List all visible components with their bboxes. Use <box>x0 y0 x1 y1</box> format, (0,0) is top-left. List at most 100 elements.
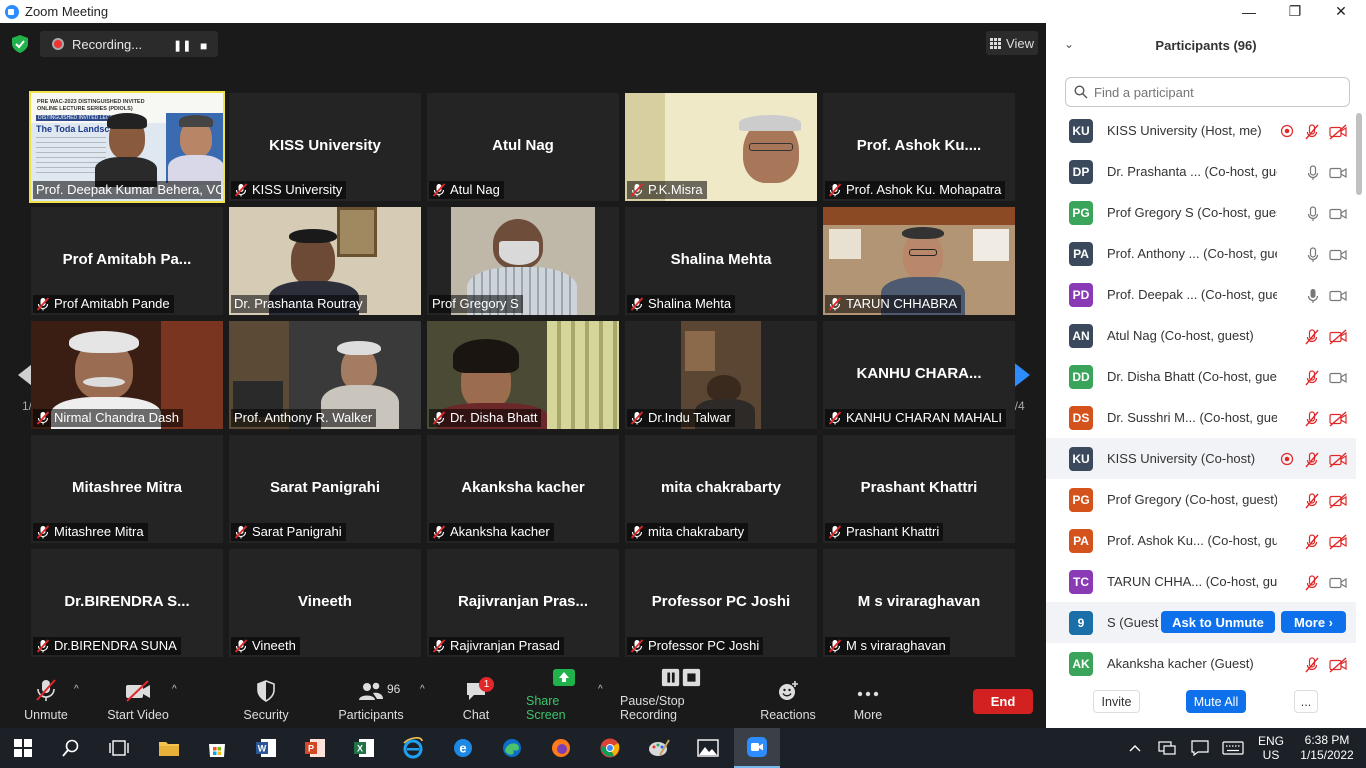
participant-row[interactable]: PA Prof. Anthony ... (Co-host, guest) <box>1046 233 1356 274</box>
participant-row[interactable]: DS Dr. Susshri M... (Co-host, guest) <box>1046 397 1356 438</box>
video-tile[interactable]: Dr. Prashanta Routray <box>229 207 421 315</box>
powerpoint-icon[interactable]: P <box>292 728 338 768</box>
participant-row[interactable]: 9 S (Guest) Ask to Unmute More › <box>1046 602 1356 643</box>
participant-row[interactable]: KU KISS University (Co-host) <box>1046 438 1356 479</box>
end-meeting-button[interactable]: End <box>973 689 1033 714</box>
edge-icon[interactable] <box>489 728 535 768</box>
microsoft-store-icon[interactable] <box>194 728 240 768</box>
video-tile[interactable]: Prof Gregory S <box>427 207 619 315</box>
chrome-icon[interactable] <box>587 728 633 768</box>
video-tile[interactable]: Akanksha kacher Akanksha kacher <box>427 435 619 543</box>
more-button[interactable]: More <box>846 668 890 728</box>
task-view-icon[interactable] <box>96 728 142 768</box>
participant-row[interactable]: PG Prof Gregory S (Co-host, guest) <box>1046 192 1356 233</box>
participant-row[interactable]: TC TARUN CHHA... (Co-host, guest) <box>1046 561 1356 602</box>
video-tile[interactable]: Nirmal Chandra Dash <box>31 321 223 429</box>
participant-list-scrollbar[interactable] <box>1356 113 1362 195</box>
participant-row[interactable]: AK Akanksha kacher (Guest) <box>1046 643 1356 680</box>
video-tile[interactable]: P.K.Misra <box>625 93 817 201</box>
participant-status-icons[interactable] <box>1276 490 1356 510</box>
video-tile[interactable]: KISS University KISS University <box>229 93 421 201</box>
edge-legacy-icon[interactable]: e <box>440 728 486 768</box>
security-button[interactable]: Security <box>236 668 296 728</box>
close-button[interactable]: ✕ <box>1318 0 1364 23</box>
participant-status-icons[interactable] <box>1276 654 1356 674</box>
participants-options-caret[interactable]: ^ <box>420 684 425 695</box>
video-tile[interactable]: PRE WAC-2023 DISTINGUISHED INVITED ONLINE… <box>29 91 225 203</box>
video-options-caret[interactable]: ^ <box>172 684 177 695</box>
participants-button[interactable]: Participants <box>336 668 406 728</box>
participant-row[interactable]: DD Dr. Disha Bhatt (Co-host, guest) <box>1046 356 1356 397</box>
unmute-button[interactable]: Unmute <box>18 668 74 728</box>
video-tile[interactable]: Atul Nag Atul Nag <box>427 93 619 201</box>
participant-row[interactable]: AN Atul Nag (Co-host, guest) <box>1046 315 1356 356</box>
minimize-button[interactable]: — <box>1226 0 1272 23</box>
video-tile[interactable]: Mitashree Mitra Mitashree Mitra <box>31 435 223 543</box>
internet-explorer-icon[interactable] <box>390 728 436 768</box>
network-icon[interactable] <box>1155 728 1179 768</box>
zoom-taskbar-icon[interactable] <box>734 728 780 768</box>
participant-status-icons[interactable] <box>1276 285 1356 305</box>
video-tile[interactable]: Dr.BIRENDRA S... Dr.BIRENDRA SUNA <box>31 549 223 657</box>
video-tile[interactable]: Prashant Khattri Prashant Khattri <box>823 435 1015 543</box>
video-tile[interactable]: mita chakrabarty mita chakrabarty <box>625 435 817 543</box>
paint-icon[interactable] <box>636 728 682 768</box>
show-hidden-icons-chevron[interactable] <box>1124 728 1146 768</box>
chat-button[interactable]: Chat <box>452 668 500 728</box>
excel-icon[interactable]: X <box>341 728 387 768</box>
start-video-button[interactable]: Start Video <box>104 668 172 728</box>
participant-status-icons[interactable] <box>1276 244 1356 264</box>
video-tile[interactable]: KANHU CHARA... KANHU CHARAN MAHALI <box>823 321 1015 429</box>
participant-row[interactable]: PA Prof. Ashok Ku... (Co-host, guest) <box>1046 520 1356 561</box>
file-explorer-icon[interactable] <box>146 728 192 768</box>
video-tile[interactable]: Prof. Ashok Ku.... Prof. Ashok Ku. Mohapa… <box>823 93 1015 201</box>
share-options-caret[interactable]: ^ <box>598 684 603 695</box>
keyboard-icon[interactable] <box>1220 728 1246 768</box>
participant-row[interactable]: PG Prof Gregory (Co-host, guest) <box>1046 479 1356 520</box>
ask-to-unmute-button[interactable]: Ask to Unmute <box>1161 611 1275 633</box>
participant-row[interactable]: PD Prof. Deepak ... (Co-host, guest) <box>1046 274 1356 315</box>
pause-recording-icon[interactable]: ❚❚ <box>173 39 191 52</box>
word-icon[interactable]: W <box>243 728 289 768</box>
video-tile[interactable]: TARUN CHHABRA <box>823 207 1015 315</box>
input-language[interactable]: ENG US <box>1254 728 1288 768</box>
windows-start-icon[interactable] <box>0 728 46 768</box>
video-tile[interactable]: Sarat Panigrahi Sarat Panigrahi <box>229 435 421 543</box>
participant-status-icons[interactable] <box>1276 121 1356 141</box>
mute-all-button[interactable]: Mute All <box>1186 690 1246 713</box>
participant-status-icons[interactable] <box>1276 449 1356 469</box>
restore-button[interactable]: ❐ <box>1272 0 1318 23</box>
video-tile[interactable]: Vineeth Vineeth <box>229 549 421 657</box>
participant-status-icons[interactable] <box>1276 203 1356 223</box>
participant-status-icons[interactable] <box>1276 408 1356 428</box>
stop-recording-icon[interactable]: ■ <box>200 39 207 53</box>
participant-status-icons[interactable] <box>1276 531 1356 551</box>
shield-check-icon[interactable] <box>12 35 28 53</box>
search-input[interactable] <box>1094 84 1334 100</box>
video-tile[interactable]: M s viraraghavan M s viraraghavan <box>823 549 1015 657</box>
video-tile[interactable]: Prof. Anthony R. Walker <box>229 321 421 429</box>
notifications-icon[interactable] <box>1188 728 1212 768</box>
video-tile[interactable]: Professor PC Joshi Professor PC Joshi <box>625 549 817 657</box>
more-options-button[interactable]: ... <box>1294 690 1318 713</box>
clock[interactable]: 6:38 PM 1/15/2022 <box>1296 728 1358 768</box>
participant-status-icons[interactable] <box>1276 162 1356 182</box>
participant-row[interactable]: KU KISS University (Host, me) <box>1046 110 1356 151</box>
video-tile[interactable]: Shalina Mehta Shalina Mehta <box>625 207 817 315</box>
reactions-button[interactable]: Reactions <box>758 668 818 728</box>
participant-status-icons[interactable] <box>1276 367 1356 387</box>
share-screen-button[interactable]: Share Screen <box>526 668 602 728</box>
participant-status-icons[interactable] <box>1276 326 1356 346</box>
invite-button[interactable]: Invite <box>1093 690 1140 713</box>
participant-status-icons[interactable] <box>1276 572 1356 592</box>
view-button[interactable]: View <box>986 31 1038 55</box>
photos-icon[interactable] <box>685 728 731 768</box>
participant-more-button[interactable]: More › <box>1281 611 1346 633</box>
video-tile[interactable]: Rajivranjan Pras... Rajivranjan Prasad <box>427 549 619 657</box>
video-tile[interactable]: Prof Amitabh Pa... Prof Amitabh Pande <box>31 207 223 315</box>
search-taskbar-icon[interactable] <box>48 728 94 768</box>
firefox-icon[interactable] <box>538 728 584 768</box>
participant-search[interactable] <box>1065 77 1350 107</box>
video-tile[interactable]: Dr. Disha Bhatt <box>427 321 619 429</box>
participant-row[interactable]: DP Dr. Prashanta ... (Co-host, guest) <box>1046 151 1356 192</box>
